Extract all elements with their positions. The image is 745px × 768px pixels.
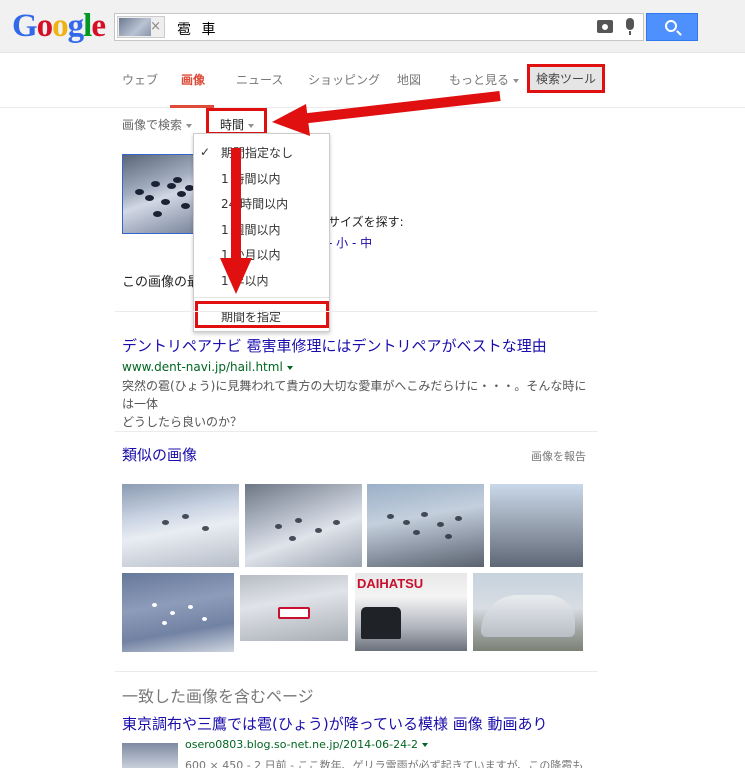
- annotation-arrowhead: [220, 258, 252, 294]
- annotation-arrowhead: [272, 104, 310, 136]
- annotation-arrow-horizontal: [299, 91, 501, 124]
- annotation-arrows: [220, 91, 501, 294]
